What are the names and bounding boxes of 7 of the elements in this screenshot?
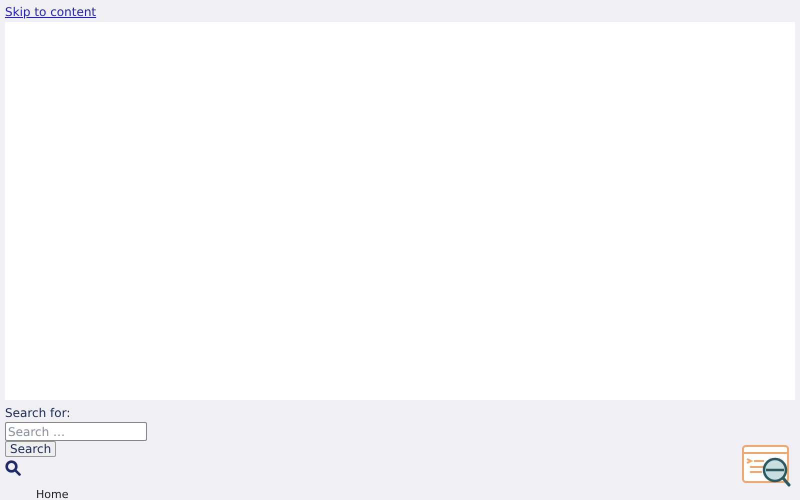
search-button[interactable]: Search: [5, 441, 56, 457]
search-icon[interactable]: [5, 460, 21, 476]
skip-link[interactable]: Skip to content: [5, 4, 96, 20]
search-label: Search for:: [5, 406, 70, 420]
search-field[interactable]: Search …: [5, 422, 147, 441]
inspect-icon[interactable]: [742, 445, 792, 489]
nav-link[interactable]: Home: [36, 488, 68, 500]
